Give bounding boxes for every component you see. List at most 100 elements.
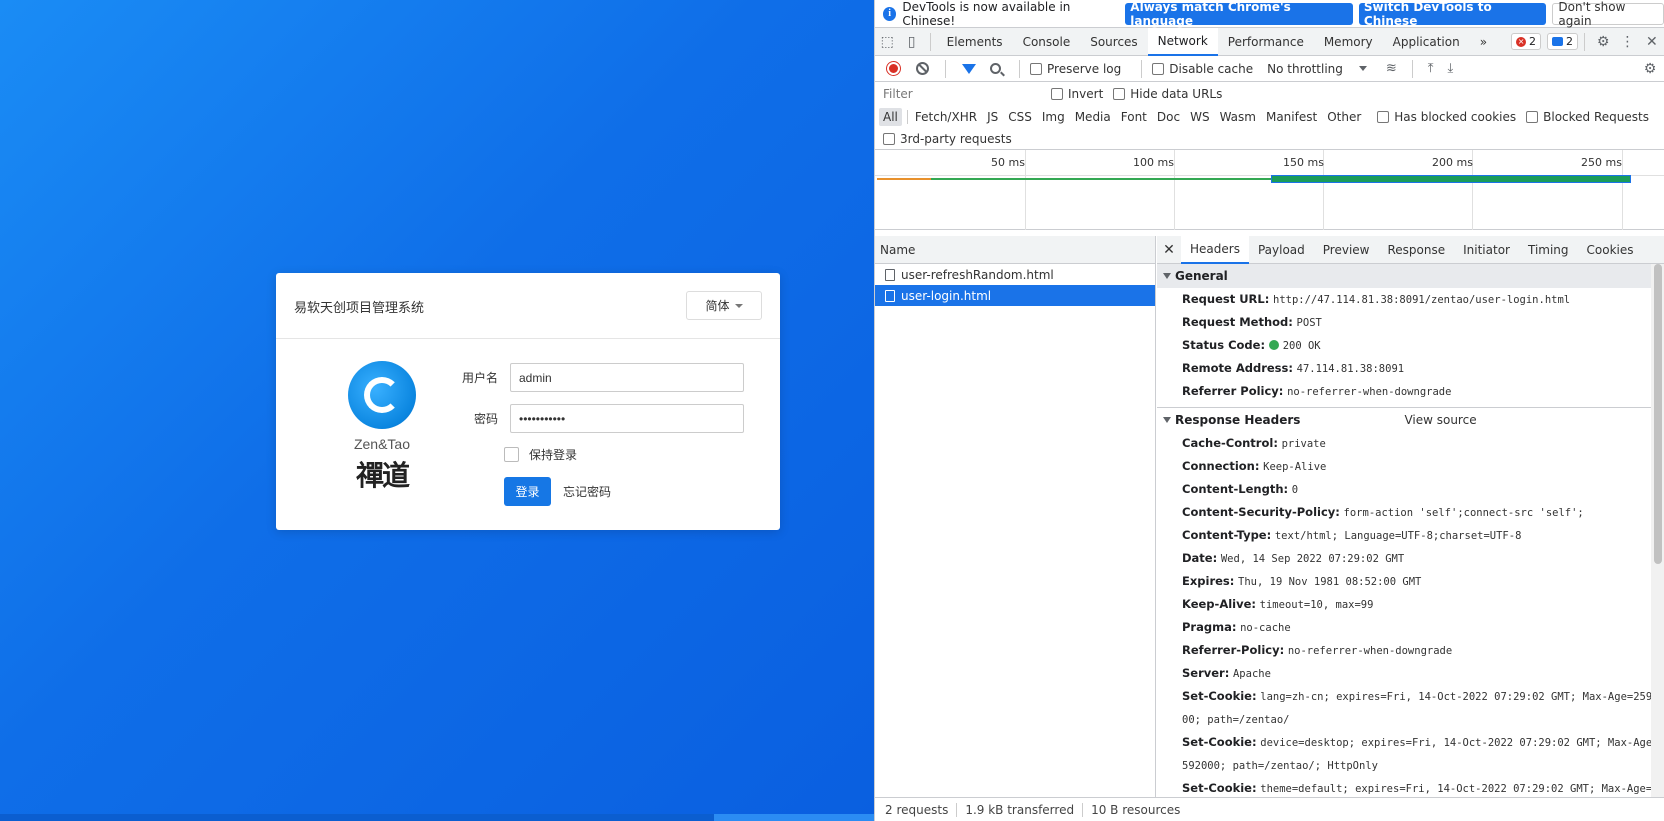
header-key: Request Method: bbox=[1182, 315, 1293, 329]
header-value: Thu, 19 Nov 1981 08:52:00 GMT bbox=[1238, 576, 1422, 588]
tab-elements[interactable]: Elements bbox=[937, 28, 1013, 56]
tab-performance[interactable]: Performance bbox=[1218, 28, 1314, 56]
header-row: Date: Wed, 14 Sep 2022 07:29:02 GMT bbox=[1157, 547, 1664, 570]
name-column-header[interactable]: Name bbox=[875, 236, 1155, 264]
blocked-requests-checkbox[interactable]: Blocked Requests bbox=[1526, 110, 1649, 124]
has-blocked-cookies-checkbox[interactable]: Has blocked cookies bbox=[1377, 110, 1516, 124]
header-key: Connection: bbox=[1182, 459, 1260, 473]
info-icon: i bbox=[883, 6, 897, 21]
type-fetch-xhr[interactable]: Fetch/XHR bbox=[911, 108, 981, 126]
tab-headers[interactable]: Headers bbox=[1181, 236, 1249, 264]
invert-checkbox[interactable]: Invert bbox=[1051, 87, 1103, 101]
inspect-element-icon[interactable]: ⬚ bbox=[875, 28, 899, 56]
header-key: Cache-Control: bbox=[1182, 436, 1278, 450]
import-har-icon[interactable]: ⤒ bbox=[1428, 61, 1434, 76]
filter-icon[interactable] bbox=[962, 63, 976, 74]
header-key: Pragma: bbox=[1182, 620, 1237, 634]
scrollbar-thumb[interactable] bbox=[1654, 264, 1662, 564]
network-conditions-icon[interactable]: ≋ bbox=[1386, 61, 1397, 76]
tab-sources[interactable]: Sources bbox=[1080, 28, 1147, 56]
tab-timing[interactable]: Timing bbox=[1519, 236, 1578, 264]
more-tabs-icon[interactable]: » bbox=[1470, 28, 1497, 56]
details-scrollbar[interactable] bbox=[1651, 264, 1664, 797]
response-headers-section-header[interactable]: Response Headers View source bbox=[1157, 408, 1664, 432]
tab-response[interactable]: Response bbox=[1378, 236, 1454, 264]
tab-initiator[interactable]: Initiator bbox=[1454, 236, 1519, 264]
kebab-menu-icon[interactable]: ⋮ bbox=[1615, 28, 1639, 56]
remember-checkbox[interactable] bbox=[504, 447, 519, 462]
type-js[interactable]: JS bbox=[983, 108, 1002, 126]
tab-cookies[interactable]: Cookies bbox=[1578, 236, 1643, 264]
tab-console[interactable]: Console bbox=[1013, 28, 1081, 56]
error-badge[interactable]: × 2 bbox=[1511, 33, 1542, 50]
header-value: POST bbox=[1296, 317, 1322, 329]
tab-application[interactable]: Application bbox=[1383, 28, 1470, 56]
web-page: 易软天创项目管理系统 简体 Zen&Tao 禪道 用户名 admin 密码 ••… bbox=[0, 0, 874, 821]
type-ws[interactable]: WS bbox=[1186, 108, 1213, 126]
dont-show-again-button[interactable]: Don't show again bbox=[1552, 0, 1664, 28]
password-input[interactable]: ••••••••••• bbox=[510, 404, 744, 433]
username-input[interactable]: admin bbox=[510, 363, 744, 392]
close-devtools-icon[interactable]: ✕ bbox=[1640, 28, 1664, 56]
network-settings-gear-icon[interactable]: ⚙ bbox=[1636, 55, 1664, 83]
type-css[interactable]: CSS bbox=[1004, 108, 1036, 126]
login-card: 易软天创项目管理系统 简体 Zen&Tao 禪道 用户名 admin 密码 ••… bbox=[276, 273, 780, 530]
hide-data-urls-checkbox[interactable]: Hide data URLs bbox=[1113, 87, 1222, 101]
preserve-log-checkbox[interactable]: Preserve log bbox=[1030, 62, 1121, 76]
view-source-link[interactable]: View source bbox=[1404, 413, 1476, 427]
device-toolbar-icon[interactable]: ▯ bbox=[899, 28, 923, 56]
tab-preview[interactable]: Preview bbox=[1314, 236, 1379, 264]
document-icon bbox=[885, 289, 895, 302]
general-section-header[interactable]: General bbox=[1157, 264, 1664, 288]
request-details: ✕ Headers Payload Preview Response Initi… bbox=[1157, 236, 1664, 797]
third-party-checkbox[interactable]: 3rd-party requests bbox=[883, 132, 1012, 146]
language-infobar: i DevTools is now available in Chinese! … bbox=[875, 0, 1664, 28]
header-key: Keep-Alive: bbox=[1182, 597, 1256, 611]
type-all[interactable]: All bbox=[879, 108, 902, 126]
header-key: Expires: bbox=[1182, 574, 1235, 588]
remember-login[interactable]: 保持登录 bbox=[504, 446, 577, 463]
tab-payload[interactable]: Payload bbox=[1249, 236, 1314, 264]
throttling-select[interactable]: No throttling bbox=[1267, 62, 1367, 76]
network-timeline[interactable]: 50 ms 100 ms 150 ms 200 ms 250 ms bbox=[875, 150, 1664, 230]
type-img[interactable]: Img bbox=[1038, 108, 1069, 126]
request-row[interactable]: user-login.html bbox=[875, 285, 1155, 306]
type-wasm[interactable]: Wasm bbox=[1216, 108, 1260, 126]
close-details-icon[interactable]: ✕ bbox=[1157, 242, 1181, 258]
header-row: Set-Cookie: theme=default; expires=Fri, … bbox=[1157, 777, 1664, 797]
request-row[interactable]: user-refreshRandom.html bbox=[875, 264, 1155, 285]
header-value: 47.114.81.38:8091 bbox=[1296, 363, 1405, 375]
language-select[interactable]: 简体 bbox=[686, 291, 762, 320]
message-icon bbox=[1552, 37, 1564, 46]
logo-text-cn: 禪道 bbox=[355, 459, 410, 492]
header-key: Referrer Policy: bbox=[1182, 384, 1284, 398]
header-value: Apache bbox=[1232, 668, 1271, 680]
record-icon[interactable] bbox=[887, 62, 900, 75]
tab-memory[interactable]: Memory bbox=[1314, 28, 1383, 56]
disable-cache-checkbox[interactable]: Disable cache bbox=[1152, 62, 1253, 76]
status-ok-icon bbox=[1268, 340, 1279, 350]
type-media[interactable]: Media bbox=[1071, 108, 1115, 126]
header-value: private bbox=[1281, 438, 1326, 450]
tab-network[interactable]: Network bbox=[1147, 27, 1218, 56]
type-other[interactable]: Other bbox=[1323, 108, 1365, 126]
search-icon[interactable] bbox=[990, 63, 1001, 74]
filter-input[interactable]: Filter bbox=[881, 84, 1041, 104]
settings-gear-icon[interactable]: ⚙ bbox=[1591, 28, 1615, 56]
type-doc[interactable]: Doc bbox=[1153, 108, 1184, 126]
match-language-button[interactable]: Always match Chrome's language bbox=[1125, 0, 1353, 28]
error-icon: × bbox=[1516, 36, 1527, 47]
login-button[interactable]: 登录 bbox=[504, 477, 551, 506]
header-row: Set-Cookie: device=desktop; expires=Fri,… bbox=[1157, 731, 1664, 777]
type-font[interactable]: Font bbox=[1117, 108, 1151, 126]
network-split: Name user-refreshRandom.html user-login.… bbox=[875, 236, 1664, 821]
header-row: Expires: Thu, 19 Nov 1981 08:52:00 GMT bbox=[1157, 570, 1664, 593]
header-row: Server: Apache bbox=[1157, 662, 1664, 685]
export-har-icon[interactable]: ⤓ bbox=[1448, 61, 1454, 76]
type-manifest[interactable]: Manifest bbox=[1262, 108, 1321, 126]
clear-icon[interactable] bbox=[916, 62, 929, 75]
forgot-password-link[interactable]: 忘记密码 bbox=[563, 483, 611, 500]
header-value: no-cache bbox=[1240, 622, 1291, 634]
message-badge[interactable]: 2 bbox=[1547, 33, 1579, 50]
switch-chinese-button[interactable]: Switch DevTools to Chinese bbox=[1358, 0, 1547, 28]
